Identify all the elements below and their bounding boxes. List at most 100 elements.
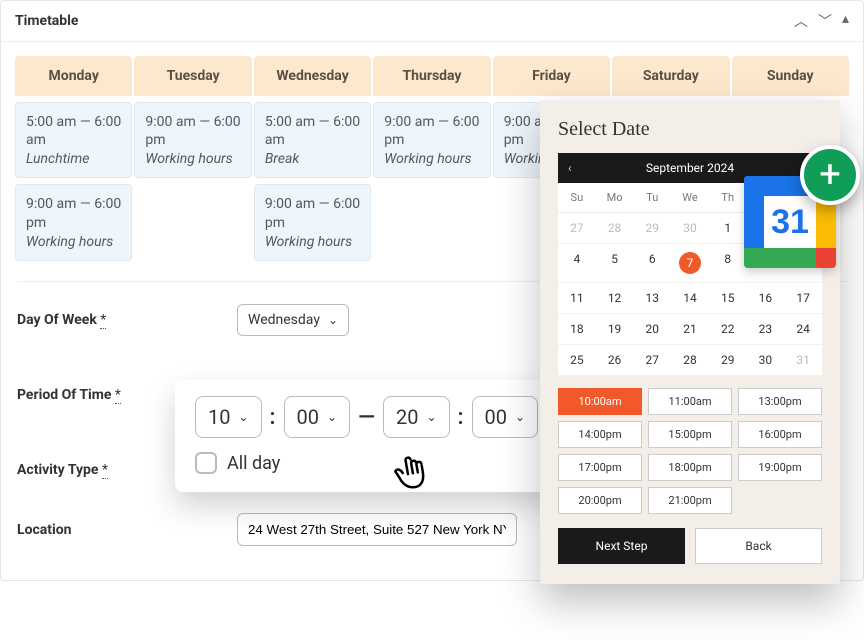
time-range-popover: 10⌄ : 00⌄ — 20⌄ : 00⌄ All day (175, 380, 558, 492)
time-slot[interactable]: 11:00am (648, 388, 732, 415)
calendar-dow: Tu (633, 183, 671, 213)
calendar-day[interactable]: 29 (633, 213, 671, 244)
day-header: Sunday (732, 56, 849, 96)
slot-time: 5:00 am — 6:00 am (26, 113, 121, 149)
chevron-down-icon: ⌄ (328, 313, 338, 327)
calendar-day[interactable]: 28 (596, 213, 634, 244)
to-hour-select[interactable]: 20⌄ (383, 396, 450, 438)
slot-label: Working hours (26, 234, 121, 250)
time-slot[interactable]: 15:00pm (648, 421, 732, 448)
to-minute-select[interactable]: 00⌄ (472, 396, 539, 438)
slot-label: Break (265, 151, 360, 167)
timetable-slot[interactable]: 5:00 am — 6:00 am Break (254, 102, 371, 178)
timetable-slot[interactable]: 9:00 am — 6:00 pm Working hours (254, 184, 371, 260)
slot-label: Working hours (145, 151, 240, 167)
calendar-day[interactable]: 15 (709, 283, 747, 314)
day-column: Tuesday 9:00 am — 6:00 pm Working hours (134, 56, 251, 261)
panel-title: Timetable (15, 13, 78, 29)
calendar-day[interactable]: 19 (596, 314, 634, 345)
date-picker: Select Date ‹ September 2024 › SuMoTuWeT… (540, 100, 840, 584)
slot-label: Working hours (265, 234, 360, 250)
timetable-slot[interactable]: 9:00 am — 6:00 pm Working hours (15, 184, 132, 260)
all-day-label: All day (227, 453, 280, 474)
slot-time: 9:00 am — 6:00 pm (384, 113, 479, 149)
panel-actions: ︿ ﹀ ▴ (794, 11, 849, 31)
select-day-of-week[interactable]: Wednesday⌄ (237, 304, 349, 336)
calendar-day[interactable]: 12 (596, 283, 634, 314)
calendar-day[interactable]: 23 (747, 314, 785, 345)
calendar-day[interactable]: 25 (558, 345, 596, 376)
timetable-slot[interactable]: 5:00 am — 6:00 am Lunchtime (15, 102, 132, 178)
calendar-dow: Su (558, 183, 596, 213)
date-picker-title: Select Date (558, 118, 822, 141)
calendar-day[interactable]: 14 (671, 283, 709, 314)
time-slot[interactable]: 21:00pm (648, 487, 732, 514)
slot-time: 9:00 am — 6:00 pm (265, 195, 360, 231)
all-day-checkbox[interactable] (195, 452, 217, 474)
day-header: Friday (493, 56, 610, 96)
time-slot[interactable]: 17:00pm (558, 454, 642, 481)
calendar-day[interactable]: 30 (671, 213, 709, 244)
day-header: Tuesday (134, 56, 251, 96)
timetable-slot[interactable]: 9:00 am — 6:00 pm Working hours (134, 102, 251, 178)
day-header: Wednesday (254, 56, 371, 96)
slot-time: 5:00 am — 6:00 am (265, 113, 360, 149)
calendar-day[interactable]: 26 (596, 345, 634, 376)
time-slot[interactable]: 14:00pm (558, 421, 642, 448)
calendar-day[interactable]: 17 (784, 283, 822, 314)
slot-time: 9:00 am — 6:00 pm (26, 195, 121, 231)
calendar-day[interactable]: 30 (747, 345, 785, 376)
day-header: Thursday (373, 56, 490, 96)
calendar-day[interactable]: 8 (709, 244, 747, 283)
time-slot-grid: 10:00am11:00am13:00pm 14:00pm15:00pm16:00… (558, 388, 822, 514)
calendar-day[interactable]: 27 (633, 345, 671, 376)
calendar-month-label: September 2024 (646, 161, 734, 175)
calendar-day[interactable]: 28 (671, 345, 709, 376)
calendar-day[interactable]: 1 (709, 213, 747, 244)
label-location: Location (17, 522, 237, 538)
time-slot[interactable]: 20:00pm (558, 487, 642, 514)
calendar-day[interactable]: 11 (558, 283, 596, 314)
slot-time: 9:00 am — 6:00 pm (145, 113, 240, 149)
calendar-day[interactable]: 13 (633, 283, 671, 314)
timetable-slot[interactable]: 9:00 am — 6:00 pm Working hours (373, 102, 490, 178)
toggle-icon[interactable]: ▴ (842, 11, 849, 31)
time-slot[interactable]: 16:00pm (738, 421, 822, 448)
location-input[interactable] (237, 513, 517, 546)
back-button[interactable]: Back (695, 528, 822, 564)
calendar-dow: Mo (596, 183, 634, 213)
calendar-day[interactable]: 27 (558, 213, 596, 244)
day-column: Monday 5:00 am — 6:00 am Lunchtime 9:00 am … (15, 56, 132, 261)
time-slot[interactable]: 18:00pm (648, 454, 732, 481)
calendar-day[interactable]: 18 (558, 314, 596, 345)
calendar-day[interactable]: 29 (709, 345, 747, 376)
calendar-dow: Th (709, 183, 747, 213)
time-slot[interactable]: 10:00am (558, 388, 642, 415)
calendar-day[interactable]: 4 (558, 244, 596, 283)
add-event-fab[interactable]: + (800, 145, 860, 205)
calendar-dow: We (671, 183, 709, 213)
collapse-up-icon[interactable]: ︿ (794, 11, 808, 31)
panel-header: Timetable ︿ ﹀ ▴ (1, 1, 863, 42)
prev-month-icon[interactable]: ‹ (568, 161, 572, 175)
from-hour-select[interactable]: 10⌄ (195, 396, 262, 438)
day-column: Wednesday 5:00 am — 6:00 am Break 9:00 am —… (254, 56, 371, 261)
day-header: Monday (15, 56, 132, 96)
calendar-day[interactable]: 22 (709, 314, 747, 345)
calendar-day[interactable]: 6 (633, 244, 671, 283)
time-slot[interactable]: 19:00pm (738, 454, 822, 481)
from-minute-select[interactable]: 00⌄ (284, 396, 351, 438)
calendar-day[interactable]: 16 (747, 283, 785, 314)
calendar-day[interactable]: 31 (784, 345, 822, 376)
time-slot[interactable]: 13:00pm (738, 388, 822, 415)
calendar-day[interactable]: 21 (671, 314, 709, 345)
day-column: Thursday 9:00 am — 6:00 pm Working hours (373, 56, 490, 261)
slot-label: Lunchtime (26, 151, 121, 167)
calendar-day[interactable]: 24 (784, 314, 822, 345)
calendar-day[interactable]: 20 (633, 314, 671, 345)
calendar-day[interactable]: 5 (596, 244, 634, 283)
slot-label: Working hours (384, 151, 479, 167)
expand-down-icon[interactable]: ﹀ (818, 11, 832, 31)
calendar-day[interactable]: 7 (671, 244, 709, 283)
next-step-button[interactable]: Next Step (558, 528, 685, 564)
